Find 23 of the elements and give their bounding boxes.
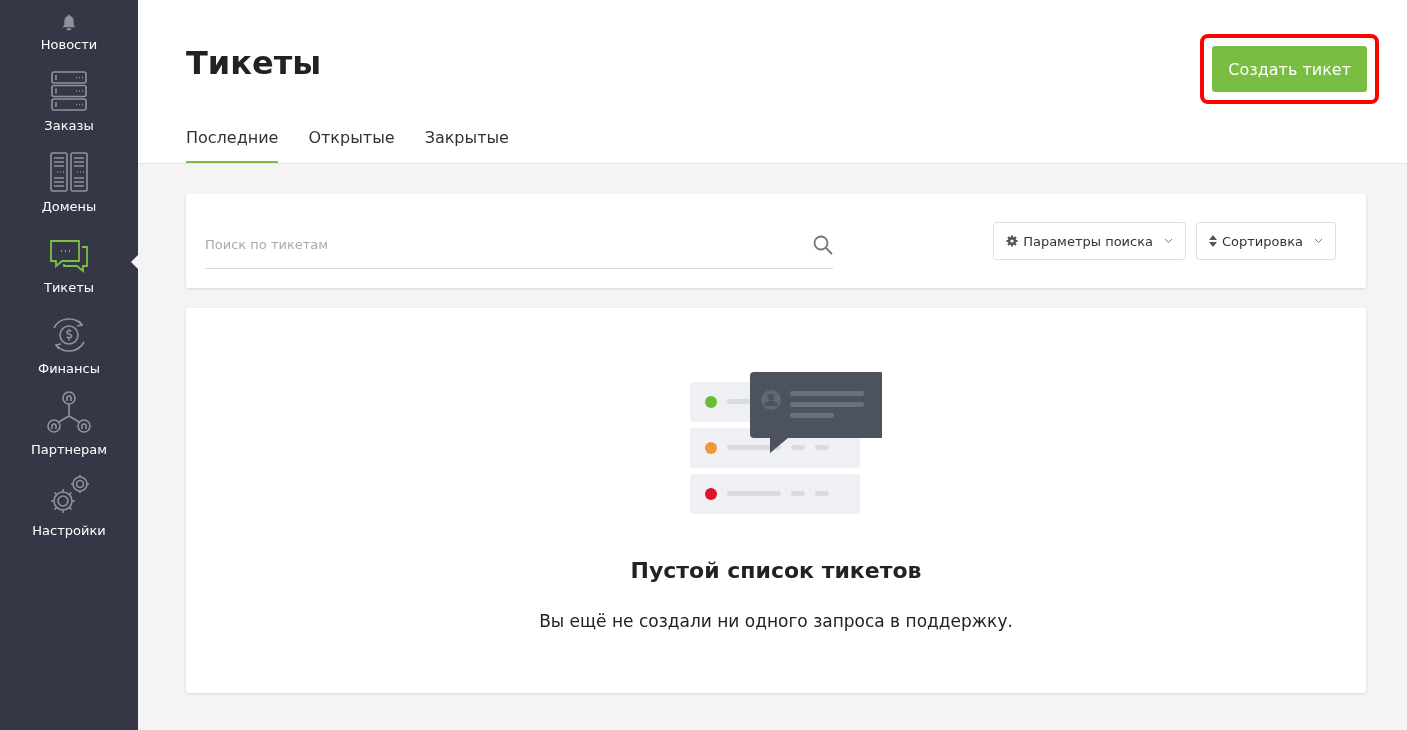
- sidebar-item[interactable]: Настройки: [0, 465, 138, 546]
- search-params-button[interactable]: Параметры поиска: [993, 222, 1186, 260]
- network-icon: [46, 390, 92, 436]
- search-icon: [813, 235, 833, 255]
- sidebar-item[interactable]: Новости: [0, 14, 138, 60]
- gear-icon: [1006, 235, 1019, 247]
- empty-state-message: Вы ещё не создали ни одного запроса в поддержку.: [539, 611, 1013, 631]
- sort-icon: [1209, 235, 1217, 247]
- sidebar-item[interactable]: Финансы: [0, 303, 138, 384]
- chevron-down-icon: [1314, 238, 1323, 244]
- sidebar-item[interactable]: Партнерам: [0, 384, 138, 465]
- server-icon: [50, 70, 88, 112]
- tab[interactable]: Закрытые: [424, 128, 509, 163]
- chat-icon: [48, 238, 90, 274]
- sidebar-item[interactable]: Заказы: [0, 60, 138, 141]
- page-title: Тикеты: [186, 44, 322, 82]
- sort-button[interactable]: Сортировка: [1196, 222, 1336, 260]
- server-rack-icon: [49, 151, 89, 193]
- tab[interactable]: Открытые: [308, 128, 395, 163]
- chevron-down-icon: [1164, 238, 1173, 244]
- tab[interactable]: Последние: [186, 128, 279, 163]
- sidebar-item[interactable]: Домены: [0, 141, 138, 222]
- empty-state-title: Пустой список тикетов: [630, 558, 922, 583]
